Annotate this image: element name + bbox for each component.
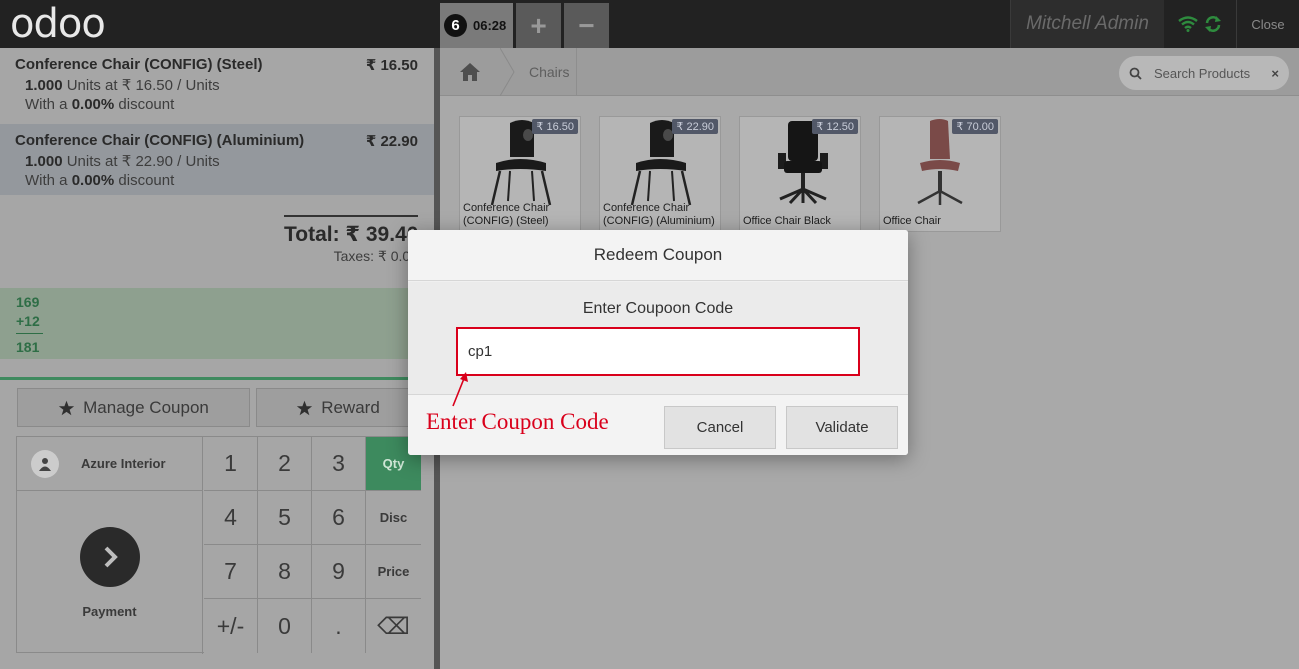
orderline-discount-info: With a 0.00% discount: [25, 96, 175, 113]
loyalty-new-total: 181: [16, 339, 40, 355]
user-name[interactable]: Mitchell Admin: [1010, 0, 1164, 48]
status-indicators: [1164, 0, 1236, 48]
add-order-button[interactable]: +: [516, 3, 561, 48]
remove-order-button[interactable]: −: [564, 3, 609, 48]
order-taxes: Taxes: ₹ 0.00: [333, 248, 418, 264]
breadcrumb-end: [576, 48, 577, 96]
search-input[interactable]: Search Products: [1154, 66, 1271, 81]
product-name: Office Chair Black: [743, 215, 831, 227]
dialog-title: Redeem Coupon: [408, 230, 908, 281]
product-name: Office Chair: [883, 215, 941, 227]
search-icon: [1129, 67, 1142, 80]
order-pane: Conference Chair (CONFIG) (Steel) ₹ 16.5…: [0, 48, 434, 669]
numpad-key-plus-minus[interactable]: +/-: [204, 599, 258, 653]
product-price: ₹ 16.50: [532, 119, 578, 134]
payment-button[interactable]: Payment: [17, 491, 203, 654]
orderline-product-name: Conference Chair (CONFIG) (Steel): [15, 56, 263, 73]
numpad-key-dot[interactable]: .: [312, 599, 366, 653]
pos-header: odoo 6 06:28 + − Mitchell Admin Close: [0, 0, 1299, 48]
numpad-key-9[interactable]: 9: [312, 545, 366, 599]
loyalty-divider: [16, 333, 43, 334]
numpad-key-3[interactable]: 3: [312, 437, 366, 491]
annotation-arrow: [452, 372, 468, 407]
customer-name: Azure Interior: [81, 456, 166, 471]
manage-coupon-button[interactable]: Manage Coupon: [17, 388, 250, 427]
loyalty-points: 169 +12 181: [0, 288, 434, 359]
product-name: Conference Chair (CONFIG) (Steel): [463, 202, 550, 227]
product-price: ₹ 12.50: [812, 119, 858, 134]
spacer: [0, 359, 434, 377]
loyalty-won-points: +12: [16, 313, 40, 329]
numpad-key-0[interactable]: 0: [258, 599, 312, 653]
coupon-code-label: Enter Coupoon Code: [582, 300, 734, 317]
order-summary: Total: ₹ 39.40 Taxes: ₹ 0.00: [284, 215, 418, 265]
wifi-icon: [1178, 16, 1198, 32]
order-time: 06:28: [473, 18, 507, 33]
validate-button[interactable]: Validate: [786, 406, 898, 449]
chevron-right-icon: [79, 526, 140, 587]
orderline[interactable]: Conference Chair (CONFIG) (Steel) ₹ 16.5…: [0, 48, 434, 119]
clear-search-icon[interactable]: ×: [1271, 66, 1279, 81]
order-total: Total: ₹ 39.40: [284, 223, 419, 246]
odoo-logo: odoo: [10, 1, 106, 47]
orderline-qty-info: 1.000 Units at ₹ 16.50 / Units: [25, 77, 220, 94]
annotation-label: Enter Coupon Code: [426, 409, 609, 434]
numpad-mode-disc[interactable]: Disc: [366, 491, 421, 545]
close-button[interactable]: Close: [1236, 0, 1299, 48]
sync-icon[interactable]: [1204, 15, 1222, 33]
product-card[interactable]: ₹ 16.50 Conference Chair (CONFIG) (Steel…: [459, 116, 581, 232]
product-price: ₹ 70.00: [952, 119, 998, 134]
backspace-icon[interactable]: ⌫: [366, 599, 421, 653]
numpad-key-6[interactable]: 6: [312, 491, 366, 545]
orderline-qty-info: 1.000 Units at ₹ 22.90 / Units: [25, 153, 220, 170]
product-card[interactable]: ₹ 12.50 Office Chair Black: [739, 116, 861, 232]
numpad-key-1[interactable]: 1: [204, 437, 258, 491]
product-price: ₹ 22.90: [672, 119, 718, 134]
numpad-key-4[interactable]: 4: [204, 491, 258, 545]
loyalty-current-points: 169: [16, 294, 40, 310]
star-icon: [297, 400, 313, 415]
category-breadcrumb: Chairs Search Products ×: [440, 48, 1299, 96]
numpad-keys: 1 2 3 Qty 4 5 6 Disc 7 8 9 Price +/- 0 .…: [204, 437, 421, 653]
reward-label: Reward: [321, 397, 380, 417]
numpad-area: Azure Interior Payment 1 2 3 Qty 4 5 6 D…: [16, 436, 421, 654]
orderline-price: ₹ 22.90: [365, 133, 418, 150]
orderline-selected[interactable]: Conference Chair (CONFIG) (Aluminium) ₹ …: [0, 124, 434, 195]
orderline-price: ₹ 16.50: [365, 57, 418, 74]
numpad-key-8[interactable]: 8: [258, 545, 312, 599]
numpad-key-7[interactable]: 7: [204, 545, 258, 599]
numpad-key-2[interactable]: 2: [258, 437, 312, 491]
order-number-badge: 6: [444, 14, 467, 37]
search-box[interactable]: Search Products ×: [1119, 56, 1289, 90]
reward-button[interactable]: Reward: [256, 388, 420, 427]
numpad-key-5[interactable]: 5: [258, 491, 312, 545]
star-icon: [58, 400, 75, 415]
order-tab[interactable]: 6 06:28: [440, 3, 513, 48]
dialog-body: Enter Coupoon Code: [408, 282, 908, 394]
product-name: Conference Chair (CONFIG) (Aluminium): [603, 202, 715, 227]
breadcrumb-separator: [500, 48, 515, 96]
orderline-discount-info: With a 0.00% discount: [25, 172, 175, 189]
manage-coupon-label: Manage Coupon: [83, 397, 209, 417]
payment-label: Payment: [82, 603, 137, 619]
orderline-product-name: Conference Chair (CONFIG) (Aluminium): [15, 132, 305, 149]
breadcrumb-category[interactable]: Chairs: [529, 64, 569, 80]
divider: [0, 377, 434, 380]
coupon-code-input[interactable]: [456, 327, 860, 376]
cancel-button[interactable]: Cancel: [664, 406, 776, 449]
numpad-mode-price[interactable]: Price: [366, 545, 421, 599]
user-icon: [31, 449, 59, 478]
product-card[interactable]: ₹ 22.90 Conference Chair (CONFIG) (Alumi…: [599, 116, 721, 232]
home-icon[interactable]: [440, 48, 500, 96]
set-customer-button[interactable]: Azure Interior: [17, 437, 203, 491]
product-card[interactable]: ₹ 70.00 Office Chair: [879, 116, 1001, 232]
